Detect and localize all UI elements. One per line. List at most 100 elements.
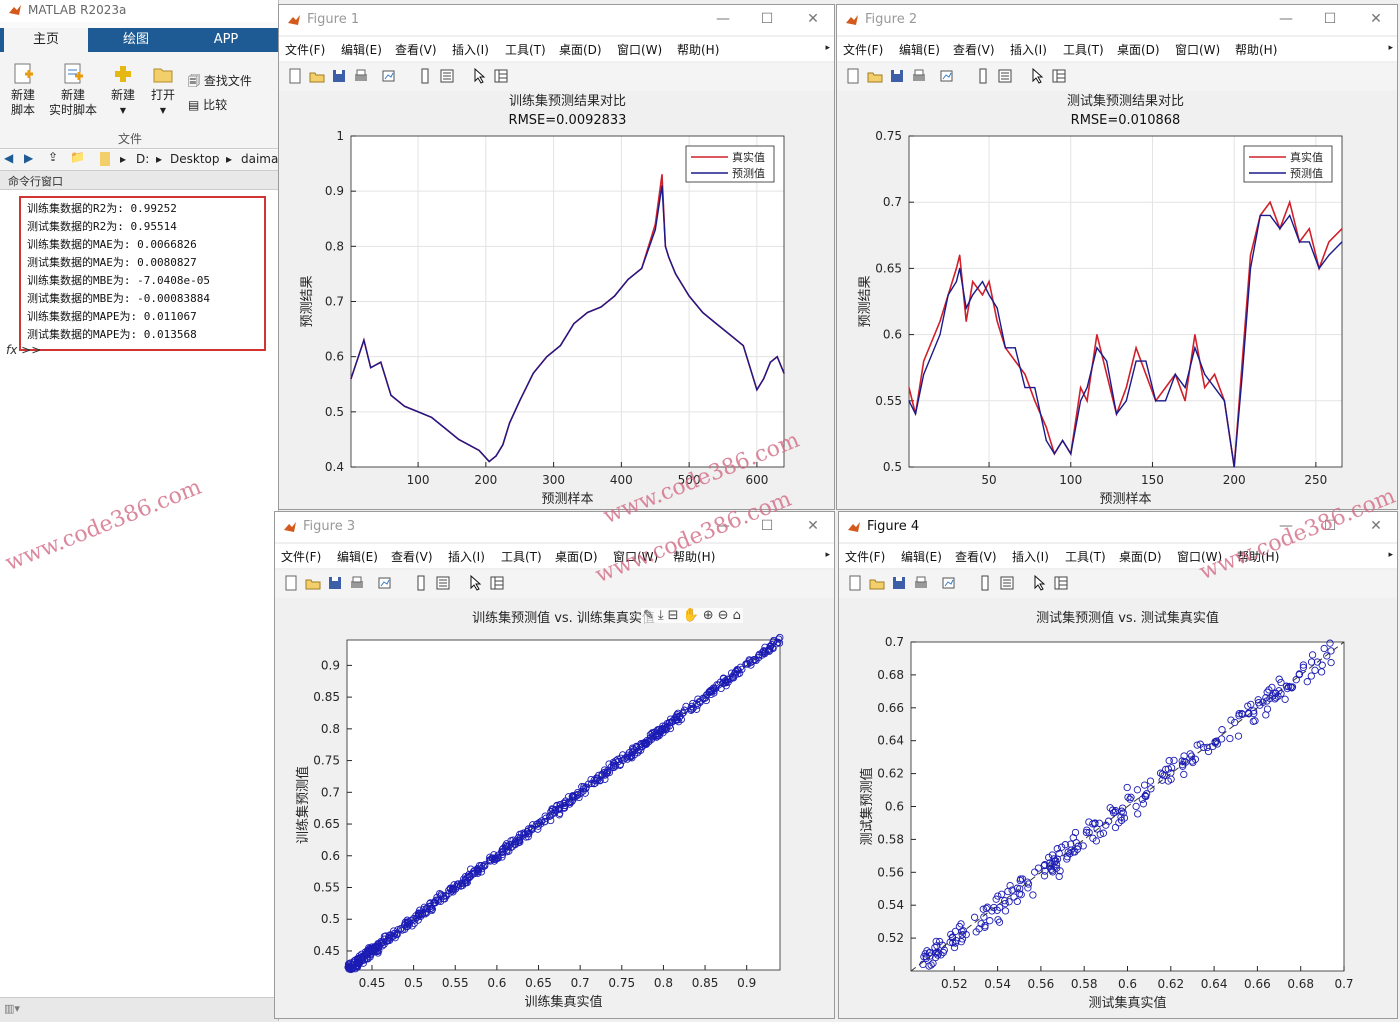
up-folder-icon[interactable]: ⇪	[48, 150, 58, 164]
tab-home[interactable]: 主页	[4, 28, 88, 52]
save-icon[interactable]	[331, 68, 347, 84]
brush-icon[interactable]: ✎	[643, 608, 654, 623]
new-figure-icon[interactable]	[847, 575, 863, 591]
open-icon[interactable]	[305, 575, 321, 591]
pointer-icon[interactable]	[471, 68, 487, 84]
close-icon[interactable]: ✕	[802, 9, 824, 29]
menu-item[interactable]: 工具(T)	[505, 41, 546, 58]
home-icon[interactable]: ⌂	[733, 608, 741, 623]
figure-window-4[interactable]: Figure 4 — ☐ ✕ 文件(F) 编辑(E) 查看(V) 插入(I) 工具(T) 桌…	[838, 511, 1398, 1019]
colorbar-icon[interactable]	[975, 68, 991, 84]
close-icon[interactable]: ✕	[1365, 9, 1387, 29]
new-live-script-button[interactable]: 新建 实时脚本	[46, 62, 100, 118]
print-icon[interactable]	[913, 575, 929, 591]
menu-item[interactable]: 文件(F)	[285, 41, 325, 58]
menu-item[interactable]: 窗口(W)	[1175, 41, 1220, 58]
export-icon[interactable]: ⤓	[658, 608, 664, 623]
pointer-icon[interactable]	[1031, 575, 1047, 591]
minimize-icon[interactable]: —	[712, 9, 734, 29]
minimize-icon[interactable]: —	[1275, 9, 1297, 29]
pointer-icon[interactable]	[467, 575, 483, 591]
colorbar-icon[interactable]	[977, 575, 993, 591]
menu-item[interactable]: 桌面(D)	[559, 41, 602, 58]
open-icon[interactable]	[867, 68, 883, 84]
menu-item[interactable]: 查看(V)	[953, 41, 995, 58]
print-icon[interactable]	[353, 68, 369, 84]
menu-item[interactable]: 帮助(H)	[1235, 41, 1277, 58]
maximize-icon[interactable]: ☐	[1319, 9, 1341, 29]
menu-item[interactable]: 文件(F)	[845, 548, 885, 565]
menu-overflow-icon[interactable]: ▸	[1388, 550, 1393, 560]
zoom-out-icon[interactable]: ⊖	[718, 608, 729, 623]
command-prompt[interactable]: fx >>	[6, 343, 41, 357]
menu-item[interactable]: 工具(T)	[1065, 548, 1106, 565]
menu-item[interactable]: 插入(I)	[448, 548, 485, 565]
back-icon[interactable]: ◀	[4, 151, 13, 165]
menu-item[interactable]: 文件(F)	[281, 548, 321, 565]
legend-icon[interactable]	[997, 68, 1013, 84]
property-inspector-icon[interactable]	[489, 575, 505, 591]
menu-item[interactable]: 桌面(D)	[555, 548, 598, 565]
menu-item[interactable]: 插入(I)	[1010, 41, 1047, 58]
forward-icon[interactable]: ▶	[24, 151, 33, 165]
print-icon[interactable]	[911, 68, 927, 84]
colorbar-icon[interactable]	[417, 68, 433, 84]
menu-item[interactable]: 查看(V)	[391, 548, 433, 565]
menu-overflow-icon[interactable]: ▸	[1388, 43, 1393, 53]
menu-item[interactable]: 文件(F)	[843, 41, 883, 58]
menu-item[interactable]: 编辑(E)	[337, 548, 378, 565]
find-files-button[interactable]: 🗐 查找文件	[188, 72, 252, 93]
menu-item[interactable]: 桌面(D)	[1117, 41, 1160, 58]
menu-item[interactable]: 工具(T)	[501, 548, 542, 565]
menu-item[interactable]: 编辑(E)	[901, 548, 942, 565]
open-button[interactable]: 打开 ▼	[146, 62, 180, 118]
pointer-icon[interactable]	[1029, 68, 1045, 84]
menu-item[interactable]: 编辑(E)	[899, 41, 940, 58]
datatip-icon[interactable]: ⊟	[668, 608, 679, 623]
property-inspector-icon[interactable]	[493, 68, 509, 84]
save-icon[interactable]	[327, 575, 343, 591]
link-plot-icon[interactable]	[939, 68, 955, 84]
open-dropdown-icon[interactable]: ▼	[146, 103, 180, 118]
menu-item[interactable]: 插入(I)	[452, 41, 489, 58]
figure-window-3[interactable]: Figure 3 — ☐ ✕ 文件(F) 编辑(E) 查看(V) 插入(I) 工具(T) 桌…	[274, 511, 835, 1019]
new-button[interactable]: 新建 ▼	[106, 62, 140, 118]
menu-item[interactable]: 插入(I)	[1012, 548, 1049, 565]
compare-button[interactable]: ▤ 比较	[188, 96, 227, 113]
new-script-button[interactable]: 新建 脚本	[6, 62, 40, 118]
figure-window-1[interactable]: Figure 1 — ☐ ✕ 文件(F) 编辑(E) 查看(V) 插入(I) 工具(T) 桌…	[278, 4, 835, 510]
maximize-icon[interactable]: ☐	[756, 9, 778, 29]
save-icon[interactable]	[889, 68, 905, 84]
colorbar-icon[interactable]	[413, 575, 429, 591]
new-figure-icon[interactable]	[287, 68, 303, 84]
menu-item[interactable]: 窗口(W)	[617, 41, 662, 58]
legend-icon[interactable]	[999, 575, 1015, 591]
path-folder[interactable]: daima	[241, 152, 278, 166]
menu-item[interactable]: 查看(V)	[955, 548, 997, 565]
menu-item[interactable]: 工具(T)	[1063, 41, 1104, 58]
new-figure-icon[interactable]	[283, 575, 299, 591]
tab-plots[interactable]: 绘图	[94, 28, 178, 52]
menu-item[interactable]: 帮助(H)	[677, 41, 719, 58]
browse-folder-icon[interactable]: 📁	[70, 150, 85, 164]
link-plot-icon[interactable]	[381, 68, 397, 84]
menu-overflow-icon[interactable]: ▸	[825, 43, 830, 53]
legend-icon[interactable]	[435, 575, 451, 591]
menu-item[interactable]: 查看(V)	[395, 41, 437, 58]
property-inspector-icon[interactable]	[1053, 575, 1069, 591]
menu-overflow-icon[interactable]: ▸	[825, 550, 830, 560]
figure-window-2[interactable]: Figure 2 — ☐ ✕ 文件(F) 编辑(E) 查看(V) 插入(I) 工具(T) 桌…	[836, 4, 1398, 510]
link-plot-icon[interactable]	[941, 575, 957, 591]
open-icon[interactable]	[309, 68, 325, 84]
new-figure-icon[interactable]	[845, 68, 861, 84]
path-desktop[interactable]: Desktop	[170, 152, 220, 166]
pan-icon[interactable]: ✋	[683, 608, 699, 623]
menu-item[interactable]: 编辑(E)	[341, 41, 382, 58]
tab-apps[interactable]: APP	[184, 28, 268, 52]
property-inspector-icon[interactable]	[1051, 68, 1067, 84]
close-icon[interactable]: ✕	[802, 516, 824, 536]
print-icon[interactable]	[349, 575, 365, 591]
zoom-in-icon[interactable]: ⊕	[703, 608, 714, 623]
link-plot-icon[interactable]	[377, 575, 393, 591]
legend-icon[interactable]	[439, 68, 455, 84]
